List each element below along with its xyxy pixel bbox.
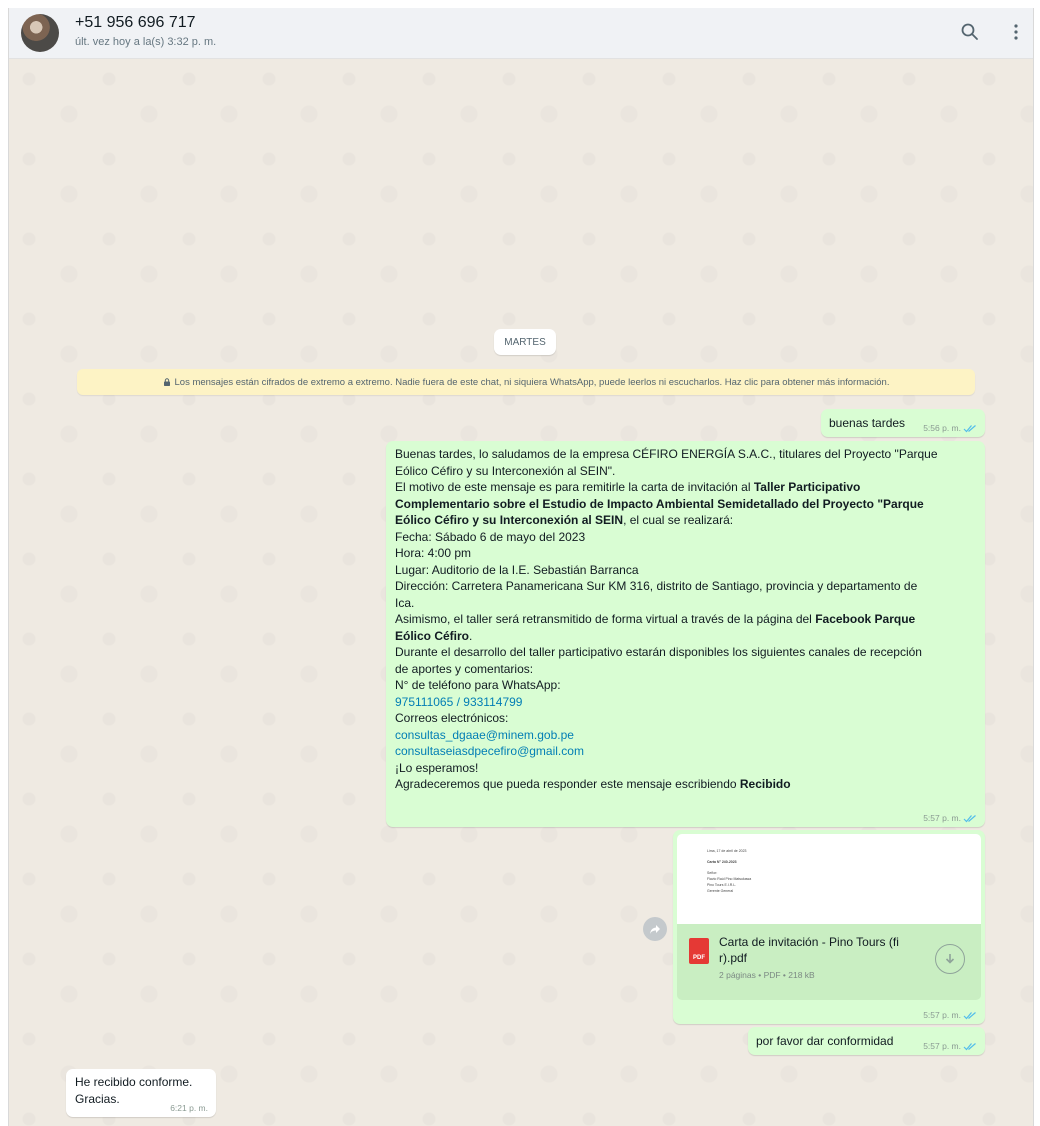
message-meta: 5:57 p. m.: [923, 813, 977, 823]
message-time: 5:57 p. m.: [923, 1010, 961, 1020]
read-ticks-icon: [963, 1011, 976, 1019]
last-seen-status: últ. vez hoy a la(s) 3:32 p. m.: [75, 36, 217, 48]
read-ticks-icon: [963, 814, 976, 822]
message-meta: 5:56 p. m.: [923, 423, 977, 433]
message-text: por favor dar conformidad: [756, 1034, 894, 1048]
read-ticks-icon: [963, 424, 976, 432]
chat-header: +51 956 696 717 últ. vez hoy a la(s) 3:3…: [9, 8, 1033, 59]
download-icon[interactable]: [935, 944, 965, 974]
message-time: 5:57 p. m.: [923, 1041, 961, 1051]
document-preview[interactable]: Lima, 17 de abril de 2023 Carta N° 240-2…: [677, 834, 981, 924]
preview-line: Lima, 17 de abril de 2023: [707, 849, 747, 853]
lock-icon: [163, 378, 170, 386]
encryption-notice-text: Los mensajes están cifrados de extremo a…: [174, 376, 890, 388]
forward-icon[interactable]: [643, 917, 667, 941]
preview-line: Carta N° 240-2023: [707, 860, 737, 864]
message-meta: 6:21 p. m.: [170, 1103, 208, 1113]
chat-window: +51 956 696 717 últ. vez hoy a la(s) 3:3…: [8, 8, 1034, 1126]
message-text: Buenas tardes, lo saludamos de la empres…: [395, 447, 938, 791]
message-text: buenas tardes: [829, 416, 906, 430]
email-link[interactable]: consultaseiasdpecefiro@gmail.com: [395, 743, 938, 760]
document-info: 2 páginas • PDF • 218 kB: [719, 970, 815, 980]
message-bubble-outgoing[interactable]: por favor dar conformidad 5:57 p. m.: [748, 1027, 985, 1055]
message-bubble-incoming[interactable]: He recibido conforme. Gracias. 6:21 p. m…: [66, 1069, 216, 1117]
search-icon[interactable]: [959, 21, 981, 43]
message-bubble-document[interactable]: Lima, 17 de abril de 2023 Carta N° 240-2…: [673, 830, 985, 1024]
pdf-file-icon: PDF: [689, 938, 709, 964]
day-separator: MARTES: [494, 329, 556, 355]
contact-name[interactable]: +51 956 696 717: [75, 14, 196, 32]
message-time: 6:21 p. m.: [170, 1103, 208, 1113]
message-meta: 5:57 p. m.: [923, 1041, 977, 1051]
message-bubble-outgoing[interactable]: Buenas tardes, lo saludamos de la empres…: [386, 441, 985, 827]
phone-link[interactable]: 975111065 / 933114799: [395, 694, 938, 711]
encryption-notice[interactable]: Los mensajes están cifrados de extremo a…: [77, 369, 975, 395]
more-vertical-icon[interactable]: [1005, 21, 1027, 43]
preview-line: Gerente General: [707, 889, 734, 893]
message-meta: 5:57 p. m.: [923, 1010, 977, 1020]
message-bubble-outgoing[interactable]: buenas tardes 5:56 p. m.: [821, 409, 985, 437]
document-info-bar[interactable]: PDF Carta de invitación - Pino Tours (fi…: [677, 924, 981, 1000]
document-name: Carta de invitación - Pino Tours (fi r).…: [719, 935, 899, 965]
contact-avatar[interactable]: [21, 14, 59, 52]
message-time: 5:57 p. m.: [923, 813, 961, 823]
message-time: 5:56 p. m.: [923, 423, 961, 433]
read-ticks-icon: [963, 1042, 976, 1050]
email-link[interactable]: consultas_dgaae@minem.gob.pe: [395, 727, 938, 744]
